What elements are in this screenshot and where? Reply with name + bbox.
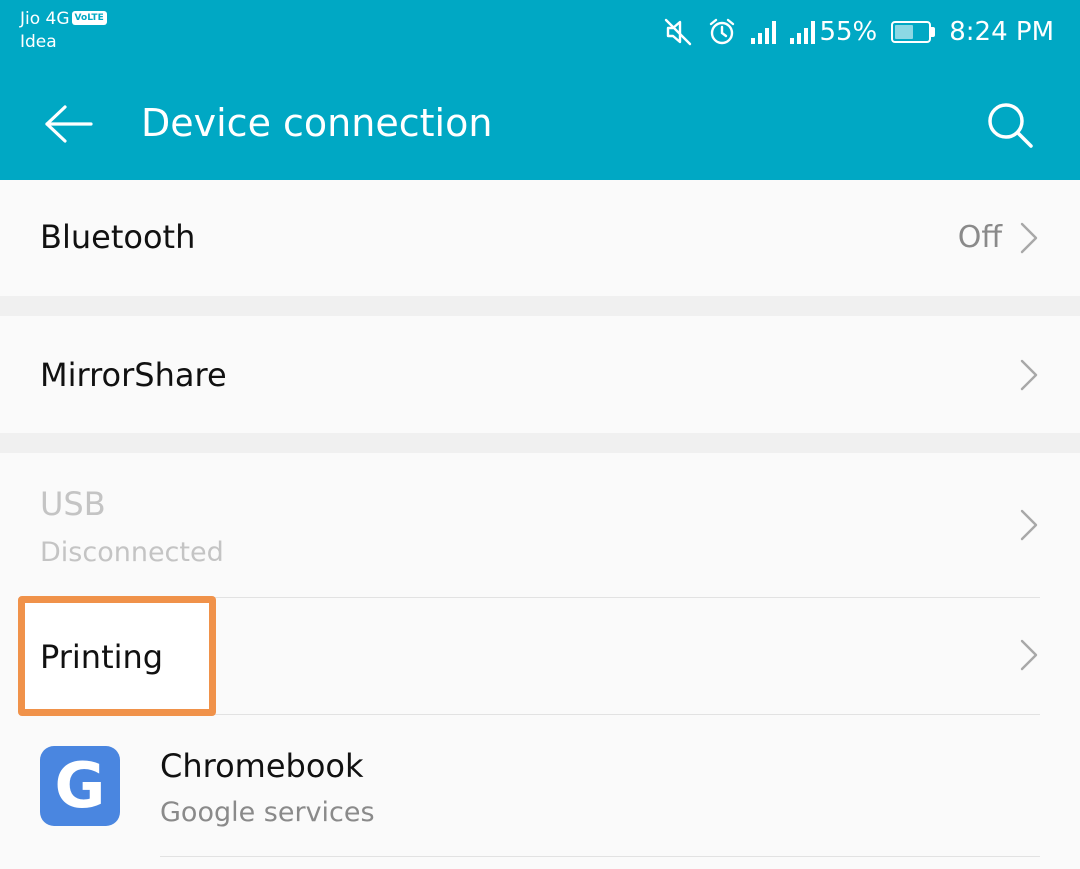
search-button[interactable] <box>980 95 1040 155</box>
search-icon <box>988 103 1033 148</box>
chevron-right-icon <box>1020 222 1038 254</box>
usb-label: USB <box>40 485 106 523</box>
battery-percent: 55% <box>819 17 878 47</box>
signal-icon <box>751 20 777 44</box>
signal-icon <box>790 20 816 44</box>
bluetooth-status: Off <box>957 220 1002 255</box>
mute-icon <box>665 18 692 46</box>
back-button[interactable] <box>40 95 98 153</box>
usb-row[interactable]: USB Disconnected <box>0 453 1080 597</box>
row-divider <box>160 856 1040 857</box>
chevron-right-icon <box>1020 359 1038 391</box>
battery-icon <box>891 21 936 43</box>
chromebook-label: Chromebook <box>160 747 364 785</box>
chromebook-row[interactable]: Chromebook Google services <box>0 715 1080 855</box>
chevron-right-icon <box>1020 509 1038 541</box>
carrier-primary: Jio 4G <box>20 9 70 29</box>
usb-status: Disconnected <box>40 537 224 568</box>
volte-badge: VoLTE <box>71 11 107 26</box>
bluetooth-row[interactable]: Bluetooth Off <box>0 180 1080 296</box>
bluetooth-label: Bluetooth <box>40 218 196 256</box>
google-g-icon: G <box>54 749 106 822</box>
google-services-icon: G <box>40 746 120 826</box>
settings-card-bluetooth: Bluetooth Off <box>0 180 1080 296</box>
chromebook-subtitle: Google services <box>160 797 375 828</box>
alarm-icon <box>710 18 735 45</box>
status-bar-carriers: Jio 4G VoLTE Idea <box>20 8 107 54</box>
arrow-left-icon <box>45 105 93 143</box>
app-header: Jio 4G VoLTE Idea 55% 8:24 PM Device con… <box>0 0 1080 180</box>
status-time: 8:24 PM <box>949 17 1054 47</box>
page-title: Device connection <box>141 101 493 145</box>
mirrorshare-row[interactable]: MirrorShare <box>0 316 1080 433</box>
mirrorshare-label: MirrorShare <box>40 356 227 394</box>
status-bar-indicators: 55% 8:24 PM <box>663 10 1054 54</box>
settings-card-mirrorshare: MirrorShare <box>0 316 1080 433</box>
carrier-secondary: Idea <box>20 31 57 52</box>
printing-label: Printing <box>40 638 164 676</box>
printing-highlight-box: Printing <box>18 596 216 716</box>
chevron-right-icon <box>1020 639 1038 671</box>
